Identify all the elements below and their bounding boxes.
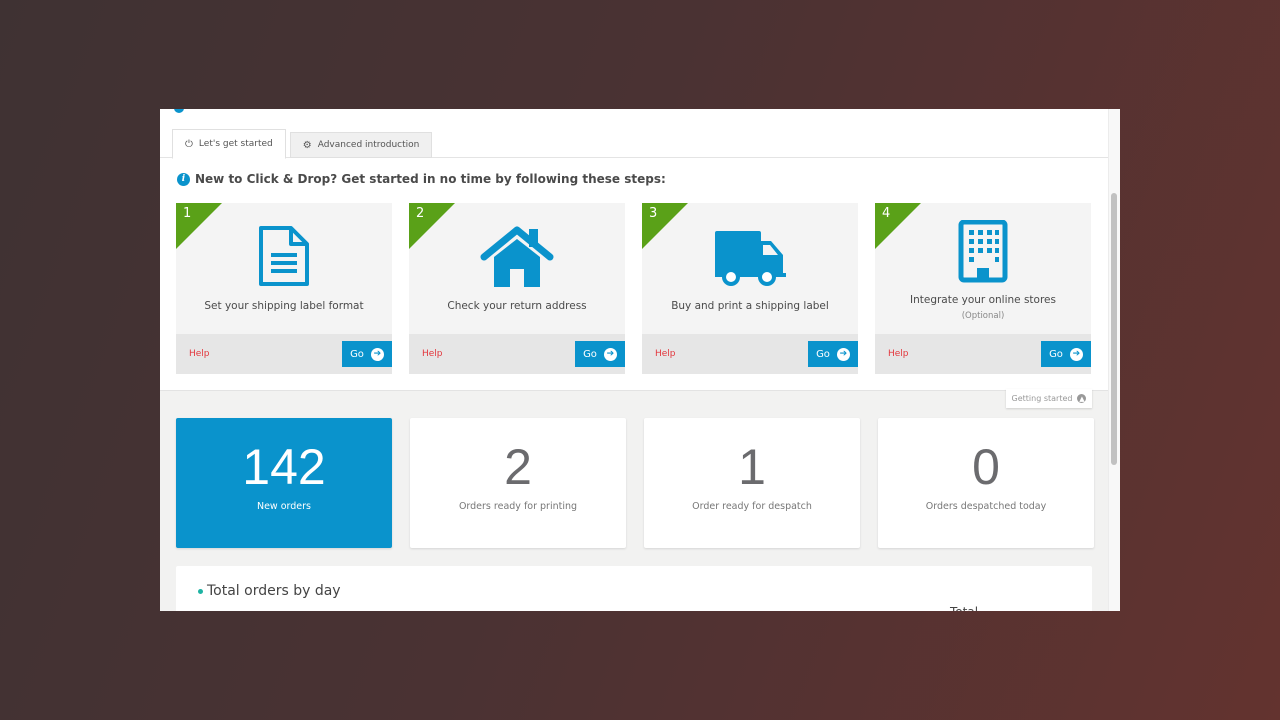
step-card: 4 Integrate your online stores (Optional… bbox=[875, 203, 1091, 374]
intro-message: i New to Click & Drop? Get started in no… bbox=[177, 172, 666, 186]
stat-value: 1 bbox=[738, 439, 766, 495]
power-icon: ⏻ bbox=[185, 138, 193, 150]
stat-label: New orders bbox=[256, 501, 312, 512]
getting-started-collapse-button[interactable]: Getting started ▲ bbox=[1006, 389, 1092, 408]
chart-column-header-total: Total bbox=[950, 605, 978, 611]
legend-dot bbox=[198, 588, 203, 594]
go-button[interactable]: Go ➔ bbox=[1041, 341, 1091, 367]
go-label: Go bbox=[583, 348, 597, 360]
stats-row: 142 New orders 2 Orders ready for printi… bbox=[176, 418, 1094, 548]
step-title: Check your return address bbox=[447, 300, 587, 312]
stat-card-new-orders[interactable]: 142 New orders bbox=[176, 418, 392, 548]
go-label: Go bbox=[1049, 348, 1063, 360]
truck-icon bbox=[715, 231, 786, 286]
go-label: Go bbox=[816, 348, 830, 360]
go-button[interactable]: Go ➔ bbox=[808, 341, 858, 367]
help-link[interactable]: Help bbox=[888, 349, 909, 359]
tab-advanced-introduction[interactable]: ⚙ Advanced introduction bbox=[289, 132, 433, 158]
total-orders-chart-panel: Total orders by day Total bbox=[176, 566, 1092, 611]
getting-started-panel: ⏻ Let's get started ⚙ Advanced introduct… bbox=[160, 109, 1108, 391]
app-window: ⏻ Let's get started ⚙ Advanced introduct… bbox=[160, 109, 1120, 611]
intro-text: New to Click & Drop? Get started in no t… bbox=[195, 172, 666, 186]
step-title: Set your shipping label format bbox=[204, 300, 364, 312]
go-button[interactable]: Go ➔ bbox=[575, 341, 625, 367]
go-label: Go bbox=[350, 348, 364, 360]
chart-title: Total orders by day bbox=[198, 583, 341, 599]
getting-started-label: Getting started bbox=[1011, 394, 1073, 403]
step-footer: Help Go ➔ bbox=[642, 334, 858, 374]
step-number: 4 bbox=[882, 206, 891, 221]
arrow-right-icon: ➔ bbox=[836, 347, 850, 361]
help-link[interactable]: Help bbox=[655, 349, 676, 359]
tab-lets-get-started[interactable]: ⏻ Let's get started bbox=[172, 129, 286, 159]
step-title: Buy and print a shipping label bbox=[671, 300, 829, 312]
chart-title-text: Total orders by day bbox=[207, 583, 341, 599]
stat-card-ready-for-printing[interactable]: 2 Orders ready for printing bbox=[410, 418, 626, 548]
help-link[interactable]: Help bbox=[189, 349, 210, 359]
info-icon: i bbox=[177, 172, 190, 186]
arrow-right-icon: ➔ bbox=[370, 347, 384, 361]
step-footer: Help Go ➔ bbox=[176, 334, 392, 374]
step-card: 1 Set your shipping label format Help Go bbox=[176, 203, 392, 374]
step-card: 3 Buy and print a shipping label Help Go… bbox=[642, 203, 858, 374]
step-footer: Help Go ➔ bbox=[409, 334, 625, 374]
stat-card-despatched-today[interactable]: 0 Orders despatched today bbox=[878, 418, 1094, 548]
stat-card-ready-for-despatch[interactable]: 1 Order ready for despatch bbox=[644, 418, 860, 548]
tab-bar: ⏻ Let's get started ⚙ Advanced introduct… bbox=[172, 129, 436, 159]
stat-value: 0 bbox=[972, 439, 1000, 495]
building-icon bbox=[958, 220, 1008, 283]
step-number: 1 bbox=[183, 206, 192, 221]
step-footer: Help Go ➔ bbox=[875, 334, 1091, 374]
arrow-right-icon: ➔ bbox=[1069, 347, 1083, 361]
document-icon bbox=[259, 226, 309, 286]
stat-label: Orders ready for printing bbox=[458, 501, 578, 512]
step-subtitle: (Optional) bbox=[961, 311, 1005, 321]
chevron-up-icon: ▲ bbox=[1077, 394, 1087, 403]
gears-icon: ⚙ bbox=[302, 139, 312, 151]
step-number: 3 bbox=[649, 206, 658, 221]
step-title: Integrate your online stores bbox=[909, 294, 1056, 306]
tab-label: Advanced introduction bbox=[317, 140, 420, 150]
tab-label: Let's get started bbox=[198, 139, 273, 149]
help-link[interactable]: Help bbox=[422, 349, 443, 359]
step-card: 2 Check your return address Help Go ➔ bbox=[409, 203, 625, 374]
arrow-right-icon: ➔ bbox=[603, 347, 617, 361]
go-button[interactable]: Go ➔ bbox=[342, 341, 392, 367]
clipped-header-icon bbox=[174, 109, 184, 113]
stat-value: 2 bbox=[504, 439, 532, 495]
stat-label: Orders despatched today bbox=[925, 501, 1047, 512]
step-number: 2 bbox=[416, 206, 425, 221]
stat-label: Order ready for despatch bbox=[692, 501, 812, 512]
steps-list: 1 Set your shipping label format Help Go bbox=[176, 203, 1091, 374]
stat-value: 142 bbox=[242, 439, 326, 495]
scrollbar-thumb[interactable] bbox=[1111, 193, 1117, 465]
house-icon bbox=[480, 226, 554, 287]
